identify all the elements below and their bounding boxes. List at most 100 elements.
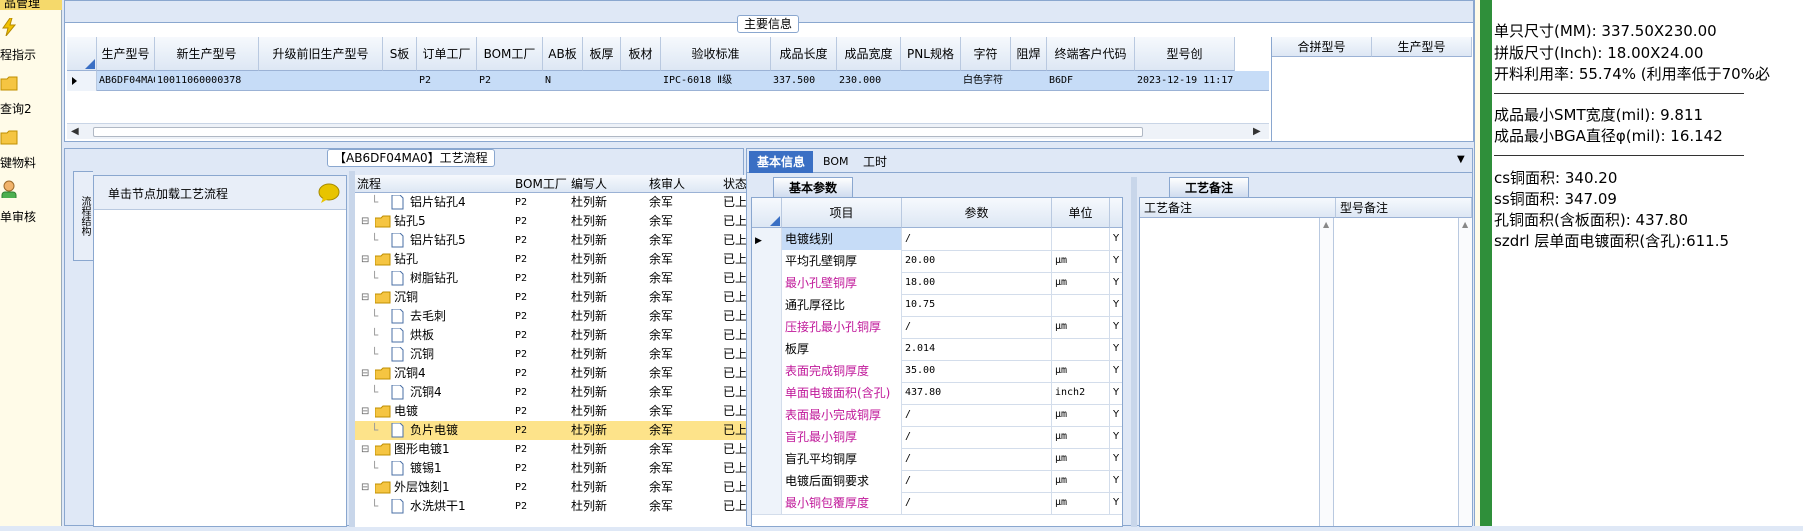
param-row[interactable]: 单面电镀面积(含孔) 437.80 inch2 Y bbox=[752, 382, 1122, 405]
table-cell[interactable]: 337.500 bbox=[771, 71, 837, 91]
remark-scrollbar[interactable]: ▲ bbox=[1458, 218, 1472, 526]
process-remark-textarea[interactable] bbox=[1140, 218, 1320, 526]
table-cell[interactable]: P2 bbox=[477, 71, 543, 91]
table-cell[interactable]: 白色字符 bbox=[961, 71, 1011, 91]
tree-row[interactable]: └ 烘板 P2 杜列新 余军 已上网 bbox=[355, 326, 787, 345]
table-cell[interactable]: N bbox=[543, 71, 583, 91]
param-value[interactable]: 20.00 bbox=[902, 250, 1052, 272]
tree-row[interactable]: └ 树脂钻孔 P2 杜列新 余军 已上网 bbox=[355, 269, 787, 288]
sidebar-item-query2[interactable]: 查询2 bbox=[0, 70, 62, 118]
param-row[interactable]: 最小孔壁铜厚 18.00 μm Y bbox=[752, 272, 1122, 295]
collapse-icon[interactable]: ⊟ bbox=[361, 288, 369, 307]
tab-dropdown-icon[interactable]: ▼ bbox=[1457, 154, 1465, 165]
param-value[interactable]: 18.00 bbox=[902, 272, 1052, 294]
param-value[interactable]: 2.014 bbox=[902, 338, 1052, 360]
tab-work-hours[interactable]: 工时 bbox=[863, 151, 887, 173]
table-cell[interactable]: 230.000 bbox=[837, 71, 901, 91]
main-col-header[interactable]: 板材 bbox=[621, 37, 661, 71]
main-col-header[interactable]: 字符 bbox=[961, 37, 1011, 71]
collapse-icon[interactable]: ⊟ bbox=[361, 212, 369, 231]
main-col-header[interactable]: BOM工厂 bbox=[477, 37, 543, 71]
table-cell[interactable] bbox=[259, 71, 383, 91]
model-remark-textarea[interactable] bbox=[1336, 218, 1458, 526]
main-col-header[interactable]: S板 bbox=[383, 37, 417, 71]
param-row[interactable]: ▶ 电镀线别 / Y bbox=[752, 228, 1122, 251]
table-cell[interactable] bbox=[383, 71, 417, 91]
param-row[interactable]: 电镀后面铜要求 / μm Y bbox=[752, 470, 1122, 493]
sidebar-item-product-mgmt[interactable]: 品管理 bbox=[0, 0, 62, 10]
tree-row[interactable]: └ 水洗烘干1 P2 杜列新 余军 已上网 bbox=[355, 497, 787, 516]
tree-row[interactable]: └ 去毛刺 P2 杜列新 余军 已上网 bbox=[355, 307, 787, 326]
hint-bar[interactable]: 单击节点加载工艺流程 bbox=[94, 176, 346, 210]
main-col-header[interactable]: 成品长度 bbox=[771, 37, 837, 71]
tree-row[interactable]: ⊟ 沉铜 P2 杜列新 余军 已上网 bbox=[355, 288, 787, 307]
tree-row[interactable]: └ 沉铜 P2 杜列新 余军 已上网 bbox=[355, 345, 787, 364]
tree-row[interactable]: ⊟ 外层蚀刻1 P2 杜列新 余军 已上网 bbox=[355, 478, 787, 497]
table-cell[interactable]: AB6DF04MA0 bbox=[97, 71, 155, 91]
tree-row[interactable]: ⊟ 沉铜4 P2 杜列新 余军 已上网 bbox=[355, 364, 787, 383]
process-structure-tab[interactable]: 流程结构 bbox=[71, 171, 93, 531]
main-col-header[interactable]: 阻焊 bbox=[1011, 37, 1047, 71]
scroll-right-icon[interactable]: ▶ bbox=[1253, 126, 1261, 137]
collapse-icon[interactable]: ⊟ bbox=[361, 478, 369, 497]
speech-bubble-icon[interactable] bbox=[318, 183, 340, 203]
splitter[interactable] bbox=[1131, 177, 1137, 527]
sidebar-item-key-material[interactable]: 键物料 bbox=[0, 124, 62, 172]
collapse-icon[interactable]: ⊟ bbox=[361, 440, 369, 459]
main-col-header[interactable]: 成品宽度 bbox=[837, 37, 901, 71]
main-col-header[interactable]: 型号创 bbox=[1135, 37, 1235, 71]
tab-basic-info[interactable]: 基本信息 bbox=[749, 151, 813, 173]
collapse-icon[interactable]: ⊟ bbox=[361, 364, 369, 383]
param-row[interactable]: 表面完成铜厚度 35.00 μm Y bbox=[752, 360, 1122, 383]
main-col-header[interactable]: 验收标准 bbox=[661, 37, 771, 71]
tree-row[interactable]: ⊟ 图形电镀1 P2 杜列新 余军 已上网 bbox=[355, 440, 787, 459]
param-value[interactable]: / bbox=[902, 470, 1052, 492]
tree-row[interactable]: └ 沉铜4 P2 杜列新 余军 已上网 bbox=[355, 383, 787, 402]
param-row[interactable]: 最小铜包覆厚度 / μm Y bbox=[752, 492, 1122, 515]
scroll-left-icon[interactable]: ◀ bbox=[71, 126, 79, 137]
main-col-header[interactable]: 升级前旧生产型号 bbox=[259, 37, 383, 71]
param-value[interactable]: 35.00 bbox=[902, 360, 1052, 382]
main-col-header[interactable]: 板厚 bbox=[583, 37, 621, 71]
param-value[interactable]: / bbox=[902, 448, 1052, 470]
main-col-header[interactable]: AB板 bbox=[543, 37, 583, 71]
param-value[interactable]: / bbox=[902, 426, 1052, 448]
collapse-icon[interactable]: ⊟ bbox=[361, 402, 369, 421]
tree-row[interactable]: ⊟ 钻孔5 P2 杜列新 余军 已上网 bbox=[355, 212, 787, 231]
tree-row[interactable]: └ 铝片钻孔4 P2 杜列新 余军 已上网 bbox=[355, 193, 787, 212]
main-col-header[interactable]: 订单工厂 bbox=[417, 37, 477, 71]
main-col-header[interactable]: PNL规格 bbox=[901, 37, 961, 71]
sidebar-item-review[interactable]: 单审核 bbox=[0, 178, 62, 226]
param-row[interactable]: 压接孔最小孔铜厚 / μm Y bbox=[752, 316, 1122, 339]
table-cell[interactable] bbox=[1011, 71, 1047, 91]
table-cell[interactable]: 2023-12-19 11:17 bbox=[1135, 71, 1235, 91]
table-cell[interactable]: B6DF bbox=[1047, 71, 1135, 91]
param-row[interactable]: 平均孔壁铜厚 20.00 μm Y bbox=[752, 250, 1122, 273]
sidebar-item-process-instruction[interactable]: 程指示 bbox=[0, 14, 62, 64]
param-row[interactable]: 通孔厚径比 10.75 Y bbox=[752, 294, 1122, 317]
param-row[interactable]: 表面最小完成铜厚 / μm Y bbox=[752, 404, 1122, 427]
table-cell[interactable]: P2 bbox=[417, 71, 477, 91]
table-cell[interactable] bbox=[583, 71, 621, 91]
table-row[interactable]: AB6DF04MA0 10011060000378 P2 P2 N IPC-6018 Ⅱ级… bbox=[67, 71, 1269, 91]
tree-row[interactable]: ⊟ 钻孔 P2 杜列新 余军 已上网 bbox=[355, 250, 787, 269]
table-cell[interactable]: 10011060000378 bbox=[155, 71, 259, 91]
param-value[interactable]: 437.80 bbox=[902, 382, 1052, 404]
tab-bom[interactable]: BOM bbox=[823, 151, 849, 173]
table-cell[interactable] bbox=[901, 71, 961, 91]
param-row[interactable]: 盲孔最小铜厚 / μm Y bbox=[752, 426, 1122, 449]
param-value[interactable]: 10.75 bbox=[902, 294, 1052, 316]
main-col-header[interactable]: 终端客户代码 bbox=[1047, 37, 1135, 71]
remark-scrollbar[interactable]: ▲ bbox=[1320, 218, 1334, 526]
tree-row[interactable]: └ 铝片钻孔5 P2 杜列新 余军 已上网 bbox=[355, 231, 787, 250]
param-row[interactable]: 盲孔平均铜厚 / μm Y bbox=[752, 448, 1122, 471]
param-row[interactable]: 板厚 2.014 Y bbox=[752, 338, 1122, 361]
table-cell[interactable] bbox=[621, 71, 661, 91]
tree-row[interactable]: ⊟ 电镀 P2 杜列新 余军 已上网 bbox=[355, 402, 787, 421]
main-col-header[interactable]: 生产型号 bbox=[97, 37, 155, 71]
scroll-thumb[interactable] bbox=[93, 127, 1143, 137]
param-value[interactable]: / bbox=[902, 404, 1052, 426]
param-value[interactable]: / bbox=[902, 228, 1052, 250]
param-value[interactable]: / bbox=[902, 316, 1052, 338]
param-value[interactable]: / bbox=[902, 492, 1052, 514]
